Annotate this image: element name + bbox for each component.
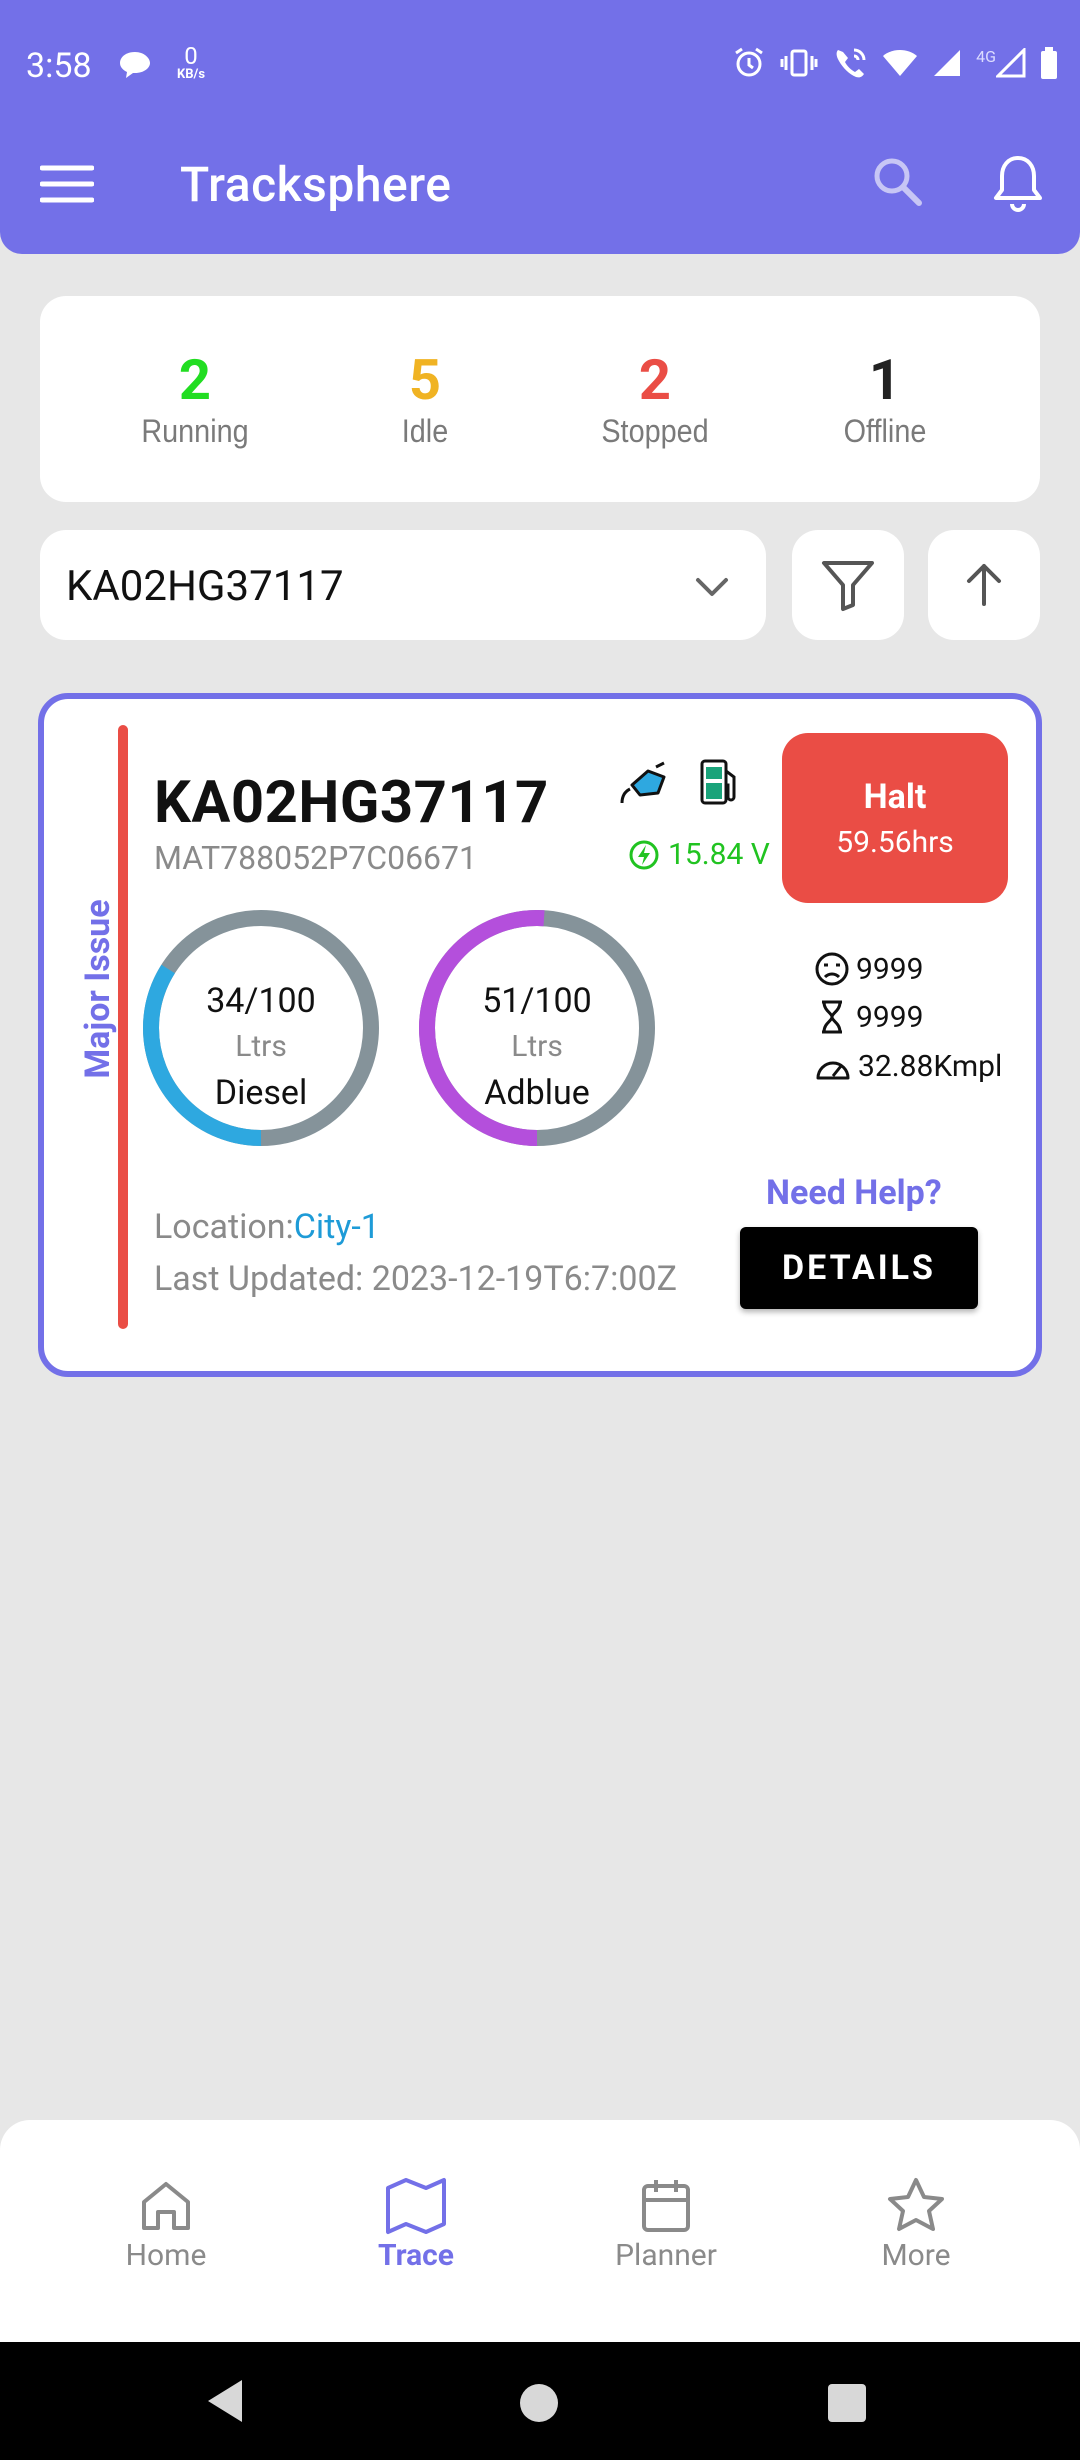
chat-notification-icon	[118, 50, 152, 84]
signal-icon	[934, 50, 961, 76]
stat-label: Idle	[401, 412, 449, 449]
stat-count: 5	[408, 347, 442, 414]
diesel-label: Diesel	[214, 1073, 308, 1113]
nav-label: Trace	[378, 2238, 454, 2273]
recents-square-icon[interactable]	[828, 2384, 866, 2422]
nav-planner[interactable]: Planner	[586, 2176, 746, 2273]
selected-vehicle: KA02HG37117	[66, 562, 344, 611]
fuel-pump-icon	[696, 757, 742, 813]
vibrate-icon	[780, 49, 818, 77]
vehicle-card[interactable]: Major Issue KA02HG37117 MAT788052P7C0667…	[38, 693, 1042, 1377]
search-button[interactable]	[870, 154, 930, 214]
app-header: 3:58 0 KB/s 4G Trackspher​e	[0, 0, 1080, 254]
adblue-unit: Ltrs	[511, 1029, 563, 1064]
stat-label: Running	[141, 412, 249, 449]
details-button[interactable]: DETAILS	[740, 1227, 978, 1309]
system-navigation-bar	[0, 2342, 1080, 2460]
app-bar: Trackspher​e	[0, 134, 1080, 240]
status-time: 3:58	[26, 46, 92, 86]
nav-more[interactable]: More	[836, 2176, 996, 2273]
diesel-gauge: 34/100 Ltrs Diesel	[138, 905, 384, 1151]
nav-home[interactable]: Home	[86, 2176, 246, 2273]
adblue-value: 51/100	[482, 981, 592, 1021]
wifi-call-icon	[836, 48, 866, 78]
oil-can-icon	[618, 759, 670, 813]
halt-label: Halt	[863, 777, 927, 817]
stat-offline[interactable]: 1 Offline	[785, 348, 985, 449]
network-type: 4G	[976, 46, 996, 66]
notifications-button[interactable]	[990, 152, 1050, 216]
arrow-up-icon	[967, 564, 1001, 606]
menu-icon	[39, 165, 95, 203]
hourglass-icon	[822, 1000, 842, 1034]
filter-button[interactable]	[792, 530, 904, 640]
stat-idle[interactable]: 5 Idle	[325, 348, 525, 449]
speedometer-face-icon	[815, 952, 849, 986]
diesel-ring	[143, 910, 379, 1146]
nav-label: Planner	[615, 2238, 717, 2273]
sort-up-button[interactable]	[928, 530, 1040, 640]
mileage-value: 32.88Kmpl	[858, 1049, 1003, 1084]
status-bar: 3:58 0 KB/s 4G	[0, 0, 1080, 134]
location-city-link[interactable]: City-1	[294, 1207, 380, 1247]
vehicle-select-dropdown[interactable]: KA02HG37117	[40, 530, 766, 640]
halt-status-badge: Halt 59.56hrs	[782, 733, 1008, 903]
adblue-gauge: 51/100 Ltrs Adblue	[414, 905, 660, 1151]
nav-label: Home	[125, 2238, 207, 2273]
diesel-value: 34/100	[206, 981, 316, 1021]
vehicle-number: KA02HG37117	[154, 769, 549, 837]
adblue-ring	[419, 910, 655, 1146]
stat-stopped[interactable]: 2 Stopped	[555, 348, 755, 449]
wifi-icon	[883, 50, 918, 76]
back-icon[interactable]	[206, 2378, 246, 2424]
stat-count: 2	[178, 347, 212, 414]
need-help-link[interactable]: Need Help?	[766, 1173, 942, 1213]
odometer-metric: 9999	[814, 951, 923, 987]
map-icon	[386, 2178, 446, 2234]
signal-icon-2	[996, 48, 1026, 78]
battery-voltage: 15.84 V	[628, 837, 770, 872]
nav-trace[interactable]: Trace	[336, 2176, 496, 2273]
status-icons: 4G	[732, 46, 1058, 80]
adblue-label: Adblue	[484, 1073, 590, 1113]
halt-duration: 59.56hrs	[836, 825, 954, 860]
stat-count: 2	[638, 347, 672, 414]
stat-running[interactable]: 2 Running	[95, 348, 295, 449]
nav-label: More	[881, 2238, 951, 2273]
home-icon	[142, 2182, 190, 2230]
calendar-icon	[642, 2180, 690, 2232]
odometer-value: 9999	[856, 951, 924, 987]
stat-label: Offline	[843, 412, 927, 449]
search-icon	[874, 158, 922, 206]
alarm-icon	[735, 47, 763, 77]
filter-icon	[822, 561, 874, 611]
bell-icon	[994, 156, 1042, 212]
bottom-navigation: Home Trace Planner More	[0, 2120, 1080, 2342]
star-icon	[888, 2178, 944, 2231]
last-updated: Last Updated: 2023-12-19T6:7:00Z	[154, 1259, 677, 1299]
network-speed: 0 KB/s	[176, 42, 206, 82]
voltage-value: 15.84 V	[668, 837, 770, 872]
vehicle-vin: MAT788052P7C06671	[154, 839, 477, 877]
location: Location:City-1	[154, 1207, 380, 1247]
menu-button[interactable]	[39, 164, 100, 214]
chevron-down-icon	[696, 578, 728, 596]
engine-hours-metric: 9999	[814, 999, 923, 1035]
location-label: Location:	[154, 1207, 294, 1247]
stat-label: Stopped	[601, 412, 709, 449]
gauge-icon	[816, 1061, 850, 1079]
battery-icon	[1041, 47, 1057, 79]
stat-count: 1	[868, 347, 902, 414]
diesel-unit: Ltrs	[235, 1029, 287, 1064]
app-title: Trackspher​e	[180, 156, 452, 213]
issue-indicator-bar	[118, 725, 128, 1329]
home-circle-icon[interactable]	[520, 2384, 558, 2422]
bolt-icon	[629, 840, 659, 869]
mileage-metric: 32.88Kmpl	[814, 1049, 1002, 1084]
vehicle-status-summary: 2 Running 5 Idle 2 Stopped 1 Offline	[40, 296, 1040, 502]
issue-label: Major Issue	[78, 899, 118, 1079]
engine-hours-value: 9999	[856, 999, 924, 1035]
